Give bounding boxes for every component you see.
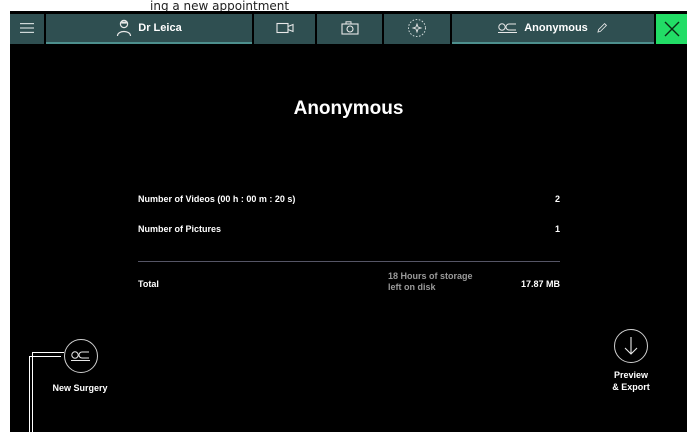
storage-remaining-text: 18 Hours of storage left on disk: [388, 271, 503, 293]
user-icon: [117, 19, 132, 37]
patient-selector[interactable]: Anonymous: [452, 14, 654, 44]
camera-settings-button[interactable]: [384, 14, 450, 44]
storage-line-1: 18 Hours of storage: [388, 271, 473, 281]
take-photo-button[interactable]: [317, 14, 382, 44]
preview-label-line-2: & Export: [612, 382, 650, 392]
arrow-down-icon: [624, 337, 638, 355]
user-name: Dr Leica: [138, 22, 182, 34]
caption-text: ing a new appointment: [150, 0, 290, 11]
storage-line-2: left on disk: [388, 282, 436, 292]
camera-icon: [340, 21, 359, 35]
patient-record-icon: [498, 23, 518, 33]
focus-target-icon: [408, 19, 426, 37]
new-surgery-label[interactable]: New Surgery: [40, 382, 120, 394]
videos-count-value: 2: [554, 194, 560, 204]
patient-name: Anonymous: [524, 22, 588, 34]
preview-label-line-1: Preview: [613, 370, 649, 380]
total-size-value: 17.87 MB: [520, 279, 560, 289]
total-label: Total: [138, 279, 159, 289]
menu-button[interactable]: [10, 14, 44, 44]
new-surgery-button[interactable]: [64, 339, 98, 373]
top-bar: Dr Leica Anonymous: [10, 11, 687, 45]
app-screen: Dr Leica Anonymous Anonymous Number of V…: [10, 11, 687, 432]
close-icon: [664, 21, 679, 37]
record-video-button[interactable]: [254, 14, 315, 44]
patient-record-icon: [71, 351, 90, 361]
preview-export-label[interactable]: Preview & Export: [596, 369, 666, 393]
videos-count-label: Number of Videos (00 h : 00 m : 20 s): [138, 194, 296, 204]
close-button[interactable]: [656, 14, 687, 44]
callout-line-vertical-2: [29, 356, 30, 432]
preview-export-button[interactable]: [614, 329, 648, 363]
pencil-edit-icon[interactable]: [596, 22, 608, 34]
callout-line-horizontal-2: [29, 356, 61, 357]
page-title: Anonymous: [293, 98, 404, 119]
callout-line-horizontal: [32, 352, 64, 353]
callout-line-vertical: [32, 352, 33, 432]
hamburger-menu-icon: [20, 23, 34, 33]
pictures-count-label: Number of Pictures: [138, 224, 222, 234]
video-camera-icon: [275, 22, 294, 34]
pictures-count-value: 1: [554, 224, 560, 234]
summary-divider: [138, 261, 560, 262]
user-selector[interactable]: Dr Leica: [46, 14, 252, 44]
